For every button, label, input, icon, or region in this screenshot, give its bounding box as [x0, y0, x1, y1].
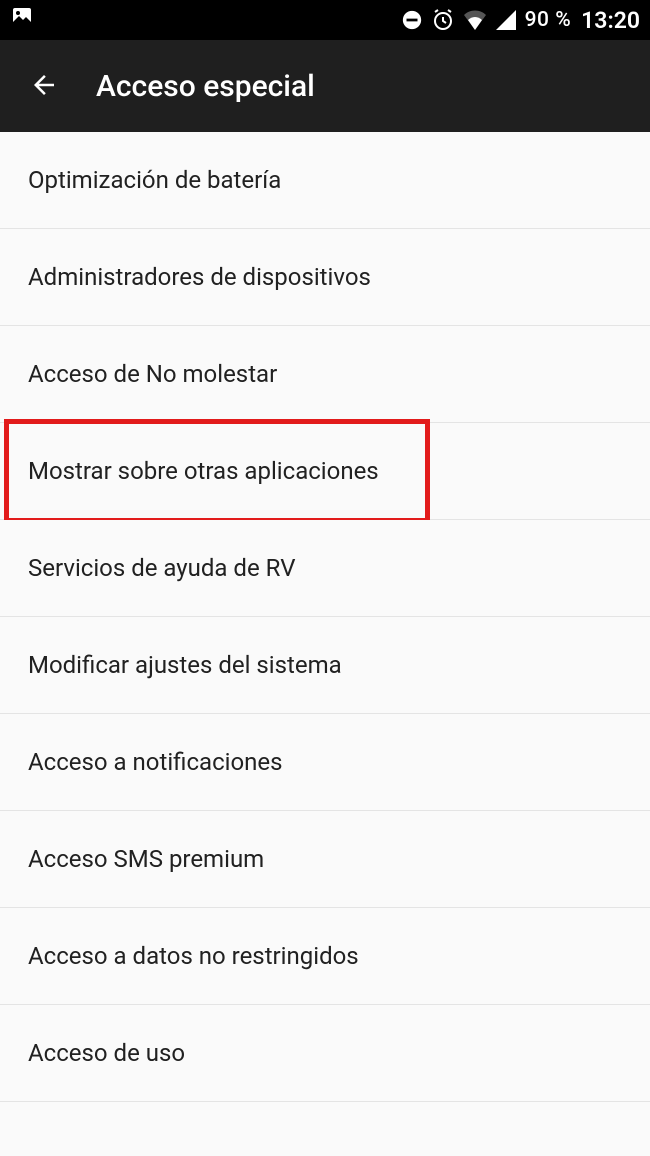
list-item-label: Optimización de batería: [28, 166, 281, 194]
screen: 90 % 13:20 Acceso especial Optimización …: [0, 0, 650, 1156]
item-modify-system-settings[interactable]: Modificar ajustes del sistema: [0, 617, 650, 714]
list-item-label: Administradores de dispositivos: [28, 263, 371, 291]
item-unrestricted-data-access[interactable]: Acceso a datos no restringidos: [0, 908, 650, 1005]
battery-percent: 90 %: [525, 8, 572, 32]
list-item-label: Modificar ajustes del sistema: [28, 651, 342, 679]
item-vr-helper-services[interactable]: Servicios de ayuda de RV: [0, 520, 650, 617]
item-device-admins[interactable]: Administradores de dispositivos: [0, 229, 650, 326]
list-item-label: Mostrar sobre otras aplicaciones: [28, 457, 379, 485]
cell-signal-icon: [495, 9, 517, 31]
item-battery-optimization[interactable]: Optimización de batería: [0, 132, 650, 229]
list-item-label: Acceso SMS premium: [28, 845, 264, 873]
page-title: Acceso especial: [96, 69, 315, 104]
wifi-icon: [463, 9, 487, 31]
item-dnd-access[interactable]: Acceso de No molestar: [0, 326, 650, 423]
status-bar: 90 % 13:20: [0, 0, 650, 40]
list-item-label: Acceso de uso: [28, 1039, 185, 1067]
arrow-back-icon: [29, 70, 59, 103]
alarm-icon: [431, 8, 455, 32]
list-item-label: Servicios de ayuda de RV: [28, 554, 296, 582]
item-usage-access[interactable]: Acceso de uso: [0, 1005, 650, 1102]
back-button[interactable]: [20, 62, 68, 110]
item-notification-access[interactable]: Acceso a notificaciones: [0, 714, 650, 811]
status-right: 90 % 13:20: [401, 7, 640, 34]
item-premium-sms-access[interactable]: Acceso SMS premium: [0, 811, 650, 908]
settings-list: Optimización de batería Administradores …: [0, 132, 650, 1156]
list-item-label: Acceso a datos no restringidos: [28, 942, 359, 970]
item-display-over-apps[interactable]: Mostrar sobre otras aplicaciones: [0, 423, 650, 520]
list-item-label: Acceso de No molestar: [28, 360, 277, 388]
app-bar: Acceso especial: [0, 40, 650, 132]
clock-time: 13:20: [581, 7, 640, 34]
image-icon: [10, 5, 34, 35]
do-not-disturb-icon: [401, 9, 423, 31]
status-left: [10, 5, 34, 35]
list-item-label: Acceso a notificaciones: [28, 748, 283, 776]
